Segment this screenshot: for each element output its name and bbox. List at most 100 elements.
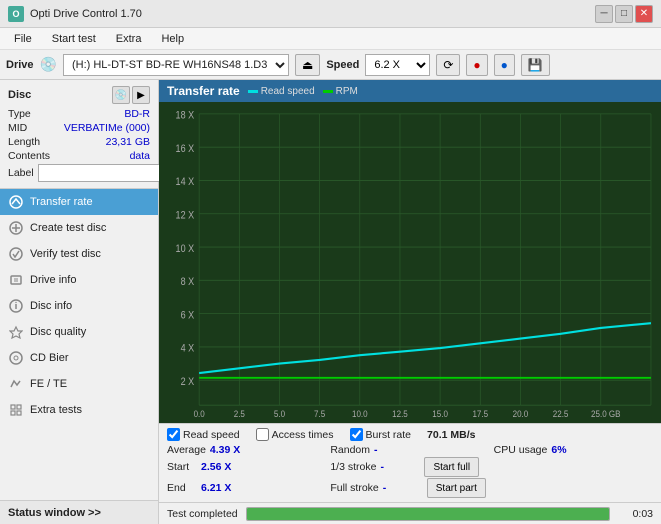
disc-mid-label: MID — [8, 122, 27, 134]
nav-drive-info-label: Drive info — [30, 274, 76, 286]
drive-select[interactable]: (H:) HL-DT-ST BD-RE WH16NS48 1.D3 — [63, 54, 289, 76]
access-times-checkbox-label[interactable]: Access times — [256, 428, 334, 441]
svg-text:14 X: 14 X — [176, 177, 195, 189]
status-window-button[interactable]: Status window >> — [0, 500, 158, 524]
stat-random-row: Random - — [330, 444, 489, 456]
disc-contents-value[interactable]: data — [130, 150, 150, 162]
status-text: Test completed — [167, 508, 238, 520]
disc-length-label: Length — [8, 136, 40, 148]
burst-rate-checkbox-label[interactable]: Burst rate — [350, 428, 412, 441]
svg-text:25.0 GB: 25.0 GB — [591, 408, 621, 419]
nav-verify-test-disc-label: Verify test disc — [30, 248, 101, 260]
stat-average-label: Average — [167, 444, 206, 456]
stat-average-val: 4.39 X — [210, 444, 250, 456]
legend-rpm-dot — [323, 90, 333, 93]
stat-full-stroke-label: Full stroke — [330, 482, 378, 494]
nav-drive-info[interactable]: Drive info — [0, 267, 158, 293]
svg-text:10 X: 10 X — [176, 243, 195, 255]
drive-disc-icon: 💿 — [40, 56, 57, 73]
svg-text:2.5: 2.5 — [234, 408, 245, 419]
nav-disc-quality[interactable]: Disc quality — [0, 319, 158, 345]
stat-end-val: 6.21 X — [201, 482, 241, 494]
svg-text:18 X: 18 X — [176, 110, 195, 122]
save-button[interactable]: 💾 — [521, 54, 550, 76]
fe-te-icon — [8, 376, 24, 392]
stats-area: Read speed Access times Burst rate 70.1 … — [159, 423, 661, 502]
svg-text:10.0: 10.0 — [352, 408, 368, 419]
close-button[interactable]: ✕ — [635, 5, 653, 23]
svg-text:16 X: 16 X — [176, 143, 195, 155]
right-panel: Transfer rate Read speed RPM — [159, 80, 661, 524]
access-times-checkbox[interactable] — [256, 428, 269, 441]
start-full-button[interactable]: Start full — [424, 457, 479, 477]
disc-type-label: Type — [8, 108, 31, 120]
stat-full-stroke-val: - — [383, 482, 423, 494]
chart-title-bar: Transfer rate Read speed RPM — [159, 80, 661, 102]
menu-bar: File Start test Extra Help — [0, 28, 661, 50]
stat-full-stroke-row: Full stroke - Start part — [330, 478, 489, 498]
read-speed-checkbox-label[interactable]: Read speed — [167, 428, 240, 441]
nav-fe-te[interactable]: FE / TE — [0, 371, 158, 397]
speed-select[interactable]: 6.2 X Max 1 X 2 X 4 X 8 X — [365, 54, 430, 76]
disc-panel: Disc 💿 ▶ Type BD-R MID VERBATIMe (000) L… — [0, 80, 158, 189]
menu-extra[interactable]: Extra — [108, 31, 150, 47]
disc-length-value: 23,31 GB — [106, 136, 150, 148]
menu-file[interactable]: File — [6, 31, 40, 47]
app-icon: O — [8, 6, 24, 22]
nav-transfer-rate[interactable]: Transfer rate — [0, 189, 158, 215]
nav-verify-test-disc[interactable]: Verify test disc — [0, 241, 158, 267]
disc-type-value: BD-R — [124, 108, 150, 120]
nav-create-test-disc-label: Create test disc — [30, 222, 106, 234]
chart-svg: 18 X 16 X 14 X 12 X 10 X 8 X 6 X 4 X 2 X… — [159, 102, 661, 423]
start-part-button[interactable]: Start part — [427, 478, 486, 498]
progress-container — [246, 507, 610, 521]
title-bar: O Opti Drive Control 1.70 ─ □ ✕ — [0, 0, 661, 28]
burst-rate-checkbox-text: Burst rate — [366, 429, 412, 441]
legend-read-speed-dot — [248, 90, 258, 93]
stat-end-label: End — [167, 482, 197, 494]
maximize-button[interactable]: □ — [615, 5, 633, 23]
eject-button[interactable]: ⏏ — [295, 54, 320, 76]
nav-fe-te-label: FE / TE — [30, 378, 67, 390]
chart-area: Transfer rate Read speed RPM — [159, 80, 661, 423]
stat-start-val: 2.56 X — [201, 461, 241, 473]
progress-bar — [247, 508, 609, 520]
disc-mid-value: VERBATIMe (000) — [64, 122, 150, 134]
minimize-button[interactable]: ─ — [595, 5, 613, 23]
disc-icon-btn1[interactable]: 💿 — [112, 86, 130, 104]
extra-tests-icon — [8, 402, 24, 418]
main-content: Disc 💿 ▶ Type BD-R MID VERBATIMe (000) L… — [0, 80, 661, 524]
svg-text:17.5: 17.5 — [472, 408, 488, 419]
red-button[interactable]: ● — [466, 54, 487, 76]
disc-icon-btn2[interactable]: ▶ — [132, 86, 150, 104]
drive-info-icon — [8, 272, 24, 288]
refresh-button[interactable]: ⟳ — [436, 54, 460, 76]
svg-text:22.5: 22.5 — [553, 408, 569, 419]
create-test-disc-icon — [8, 220, 24, 236]
nav-create-test-disc[interactable]: Create test disc — [0, 215, 158, 241]
nav-extra-tests[interactable]: Extra tests — [0, 397, 158, 423]
disc-quality-icon — [8, 324, 24, 340]
stat-average-row: Average 4.39 X — [167, 444, 326, 456]
disc-label-input[interactable] — [38, 164, 176, 182]
chart-svg-container: 18 X 16 X 14 X 12 X 10 X 8 X 6 X 4 X 2 X… — [159, 102, 661, 423]
menu-help[interactable]: Help — [153, 31, 192, 47]
nav-cd-bier[interactable]: CD Bier — [0, 345, 158, 371]
svg-text:2 X: 2 X — [181, 376, 195, 388]
access-times-checkbox-text: Access times — [272, 429, 334, 441]
app-title: Opti Drive Control 1.70 — [30, 8, 142, 20]
burst-rate-value: 70.1 MB/s — [427, 429, 475, 441]
menu-start-test[interactable]: Start test — [44, 31, 104, 47]
disc-info-icon — [8, 298, 24, 314]
legend-rpm: RPM — [323, 86, 358, 97]
burst-rate-checkbox[interactable] — [350, 428, 363, 441]
svg-text:12.5: 12.5 — [392, 408, 408, 419]
nav-disc-info[interactable]: Disc info — [0, 293, 158, 319]
blue-button[interactable]: ● — [494, 54, 515, 76]
disc-label-label: Label — [8, 167, 34, 179]
checkbox-row: Read speed Access times Burst rate 70.1 … — [167, 428, 653, 441]
stat-random-val: - — [374, 444, 414, 456]
nav-list: Transfer rate Create test disc Verify te… — [0, 189, 158, 500]
read-speed-checkbox[interactable] — [167, 428, 180, 441]
svg-text:15.0: 15.0 — [432, 408, 448, 419]
